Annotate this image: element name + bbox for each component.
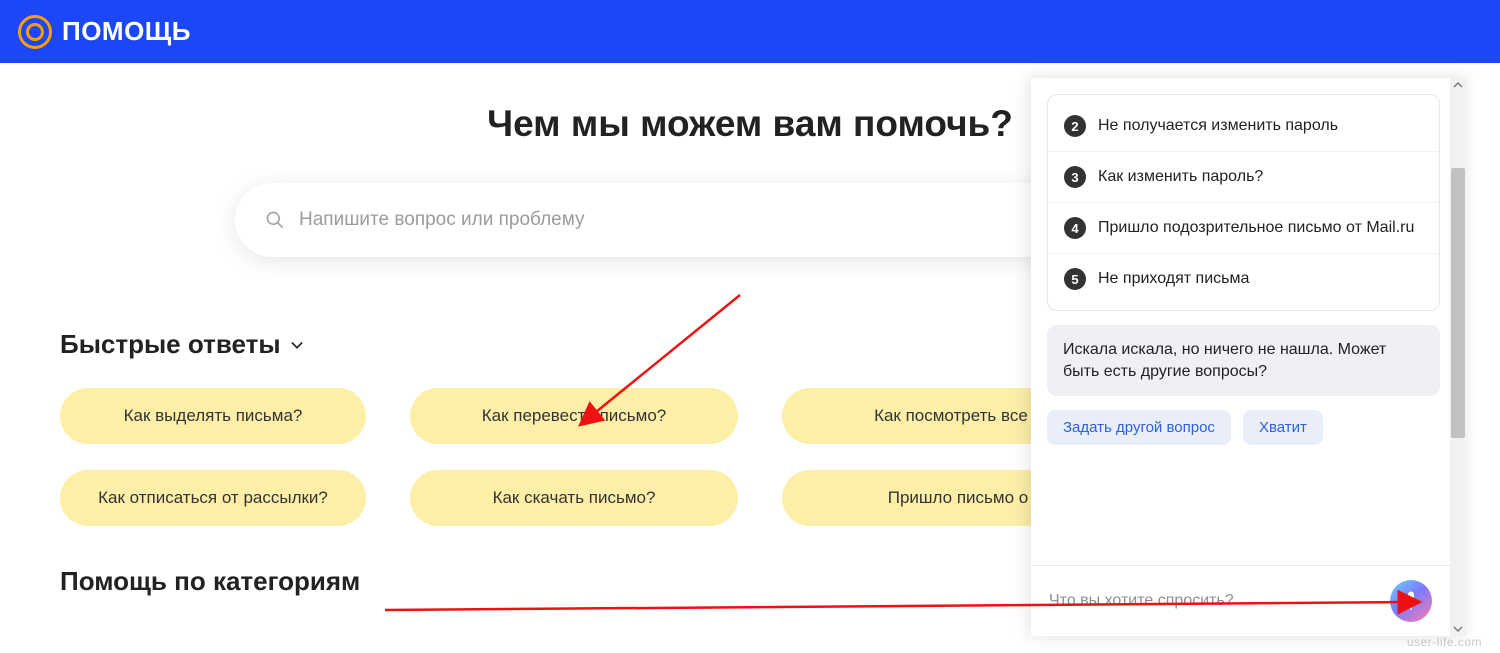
chat-panel: 2 Не получается изменить пароль 3 Как из… [1031, 78, 1466, 636]
brand-name: ПОМОЩЬ [62, 16, 191, 47]
faq-text: Пришло подозрительное письмо от Mail.ru [1098, 218, 1414, 239]
chat-input-row [1031, 565, 1450, 636]
watermark: user-life.com [1407, 635, 1482, 649]
quick-pill[interactable]: Как выделять письма? [60, 388, 366, 444]
faq-number-badge: 5 [1064, 268, 1086, 290]
faq-number-badge: 3 [1064, 166, 1086, 188]
faq-item[interactable]: 4 Пришло подозрительное письмо от Mail.r… [1048, 202, 1439, 253]
mic-icon [1402, 590, 1420, 612]
faq-text: Как изменить пароль? [1098, 167, 1263, 188]
quick-reply-chip[interactable]: Хватит [1243, 410, 1323, 445]
chat-scrollbar[interactable] [1450, 78, 1466, 636]
quick-pill[interactable]: Как перевести письмо? [410, 388, 738, 444]
bot-message: Искала искала, но ничего не нашла. Может… [1047, 325, 1440, 396]
quick-pill[interactable]: Как скачать письмо? [410, 470, 738, 526]
faq-item[interactable]: 2 Не получается изменить пароль [1048, 101, 1439, 151]
faq-number-badge: 4 [1064, 217, 1086, 239]
at-logo-icon [18, 15, 52, 49]
faq-text: Не получается изменить пароль [1098, 116, 1338, 137]
faq-number-badge: 2 [1064, 115, 1086, 137]
chat-body: 2 Не получается изменить пароль 3 Как из… [1031, 78, 1466, 565]
quick-reply-chip[interactable]: Задать другой вопрос [1047, 410, 1231, 445]
quick-reply-row: Задать другой вопрос Хватит [1047, 410, 1440, 445]
scroll-down-icon [1453, 624, 1463, 634]
faq-list: 2 Не получается изменить пароль 3 Как из… [1047, 94, 1440, 311]
quick-pill[interactable]: Как отписаться от рассылки? [60, 470, 366, 526]
chevron-down-icon [289, 337, 305, 353]
faq-text: Не приходят письма [1098, 269, 1249, 290]
scroll-thumb[interactable] [1451, 168, 1465, 438]
faq-item[interactable]: 3 Как изменить пароль? [1048, 151, 1439, 202]
search-icon [265, 210, 285, 230]
mic-button[interactable] [1390, 580, 1432, 622]
faq-item[interactable]: 5 Не приходят письма [1048, 253, 1439, 304]
app-header: ПОМОЩЬ [0, 0, 1500, 63]
scroll-up-icon [1453, 80, 1463, 90]
quick-answers-label: Быстрые ответы [60, 329, 281, 360]
chat-input[interactable] [1049, 592, 1380, 610]
